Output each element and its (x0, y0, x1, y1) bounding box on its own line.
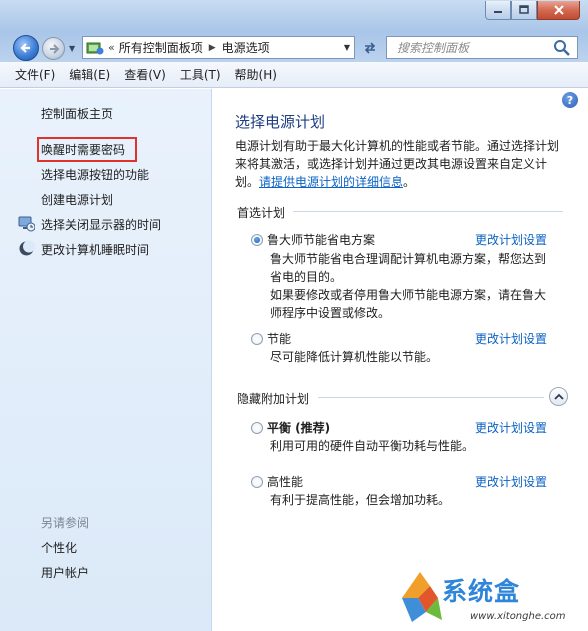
breadcrumb-overflow[interactable]: « (108, 41, 115, 54)
group-divider (293, 211, 563, 212)
plan-desc-line: 师程序中设置或修改。 (270, 306, 391, 320)
chevron-up-icon (553, 393, 564, 400)
window-titlebar (0, 0, 588, 32)
plan-desc-power-saver: 尽可能降低计算机性能以节能。 (270, 348, 570, 366)
preferred-plans-label: 首选计划 (237, 206, 286, 220)
see-also-heading: 另请参阅 (41, 516, 90, 530)
close-button[interactable] (537, 1, 580, 20)
page-description: 电源计划有助于最大化计算机的性能或者节能。通过选择计划 来将其激活，或选择计划并… (235, 137, 570, 191)
change-plan-settings-link[interactable]: 更改计划设置 (475, 231, 547, 248)
window-controls (485, 1, 580, 21)
plan-desc-line: 如果要修改或者停用鲁大师节能电源方案，请在鲁大 (270, 288, 547, 302)
create-power-plan-link[interactable]: 创建电源计划 (41, 191, 113, 208)
plan-desc-line: 尽可能降低计算机性能以节能。 (270, 350, 439, 364)
power-button-function-link[interactable]: 选择电源按钮的功能 (41, 166, 149, 183)
navigation-bar: ▼ « 所有控制面板项 ▶ 电源选项 ▼ 搜索控制面板 (0, 32, 588, 62)
plan-desc-balanced: 利用可用的硬件自动平衡功耗与性能。 (270, 437, 570, 455)
watermark-url: www.xitonghe.com (470, 611, 566, 622)
change-plan-settings-link[interactable]: 更改计划设置 (475, 330, 547, 347)
plan-name-balanced[interactable]: 平衡 (推荐) (267, 419, 330, 436)
monitor-off-time-link[interactable]: 选择关闭显示器的时间 (41, 216, 161, 233)
description-line-last: 划。请提供电源计划的详细信息。 (235, 173, 570, 191)
plan-radio-ludashi[interactable] (251, 234, 263, 246)
collapse-button[interactable] (549, 387, 568, 406)
require-password-link[interactable]: 唤醒时需要密码 (36, 137, 138, 162)
close-icon (553, 5, 564, 15)
search-field[interactable]: 搜索控制面板 (386, 36, 578, 59)
group-divider (318, 397, 544, 398)
back-arrow-icon (20, 43, 30, 53)
back-button[interactable] (13, 35, 39, 61)
plan-name-power-saver[interactable]: 节能 (267, 330, 291, 347)
maximize-icon (519, 5, 529, 14)
address-dropdown-icon[interactable]: ▼ (344, 43, 350, 52)
minimize-icon (494, 11, 502, 13)
search-input[interactable]: 搜索控制面板 (387, 39, 553, 56)
menu-tools[interactable]: 工具(T) (180, 66, 221, 83)
plan-desc-line: 利用可用的硬件自动平衡功耗与性能。 (270, 439, 475, 453)
recent-pages-dropdown[interactable]: ▼ (69, 44, 75, 53)
menu-help[interactable]: 帮助(H) (235, 66, 277, 83)
maximize-button[interactable] (511, 1, 537, 20)
sleep-time-link[interactable]: 更改计算机睡眠时间 (41, 241, 149, 258)
breadcrumb-all-items[interactable]: 所有控制面板项 (119, 39, 203, 56)
personalization-link[interactable]: 个性化 (41, 539, 77, 556)
plan-details-link[interactable]: 请提供电源计划的详细信息 (259, 175, 403, 189)
plan-name-ludashi[interactable]: 鲁大师节能省电方案 (267, 231, 375, 248)
plan-desc-line: 有利于提高性能，但会增加功耗。 (270, 493, 451, 507)
menu-file[interactable]: 文件(F) (15, 66, 55, 83)
moon-icon (19, 240, 35, 256)
task-pane: 控制面板主页 唤醒时需要密码 选择电源按钮的功能 创建电源计划 选择关闭显示器的… (0, 89, 212, 631)
description-end: 。 (403, 175, 416, 189)
change-plan-settings-link[interactable]: 更改计划设置 (475, 419, 547, 436)
forward-button[interactable] (42, 37, 65, 60)
menu-bar: 文件(F) 编辑(E) 查看(V) 工具(T) 帮助(H) (0, 62, 588, 88)
help-icon[interactable]: ? (562, 92, 578, 108)
plan-desc-ludashi: 鲁大师节能省电合理调配计算机电源方案，帮您达到 省电的目的。 如果要修改或者停用… (270, 250, 570, 322)
watermark-brand: 系统盒 (442, 577, 521, 606)
refresh-icon (364, 41, 376, 54)
page-title: 选择电源计划 (235, 113, 326, 131)
control-panel-home-link[interactable]: 控制面板主页 (41, 105, 113, 122)
plan-name-high-performance[interactable]: 高性能 (267, 473, 303, 490)
forward-arrow-icon (49, 43, 59, 54)
control-panel-icon (86, 42, 104, 54)
plan-radio-power-saver[interactable] (251, 333, 263, 345)
address-bar[interactable]: « 所有控制面板项 ▶ 电源选项 ▼ (82, 36, 355, 59)
plan-radio-balanced[interactable] (251, 422, 263, 434)
plan-desc-line: 鲁大师节能省电合理调配计算机电源方案，帮您达到 (270, 252, 547, 266)
description-line: 电源计划有助于最大化计算机的性能或者节能。通过选择计划 (235, 139, 560, 153)
plan-desc-line: 省电的目的。 (270, 270, 343, 284)
search-icon[interactable] (553, 39, 571, 57)
chevron-right-icon[interactable]: ▶ (209, 43, 216, 53)
minimize-button[interactable] (485, 1, 511, 20)
change-plan-settings-link[interactable]: 更改计划设置 (475, 473, 547, 490)
monitor-icon (18, 216, 35, 232)
menu-view[interactable]: 查看(V) (124, 66, 166, 83)
refresh-button[interactable] (359, 38, 381, 57)
hidden-plans-label: 隐藏附加计划 (237, 392, 310, 406)
user-accounts-link[interactable]: 用户帐户 (41, 564, 89, 581)
breadcrumb-power-options[interactable]: 电源选项 (222, 39, 270, 56)
plan-desc-high-performance: 有利于提高性能，但会增加功耗。 (270, 491, 570, 509)
menu-edit[interactable]: 编辑(E) (69, 66, 110, 83)
plan-radio-high-performance[interactable] (251, 476, 263, 488)
description-text: 划。 (235, 175, 260, 189)
description-line: 来将其激活，或选择计划并通过更改其电源设置来自定义计 (235, 157, 548, 171)
